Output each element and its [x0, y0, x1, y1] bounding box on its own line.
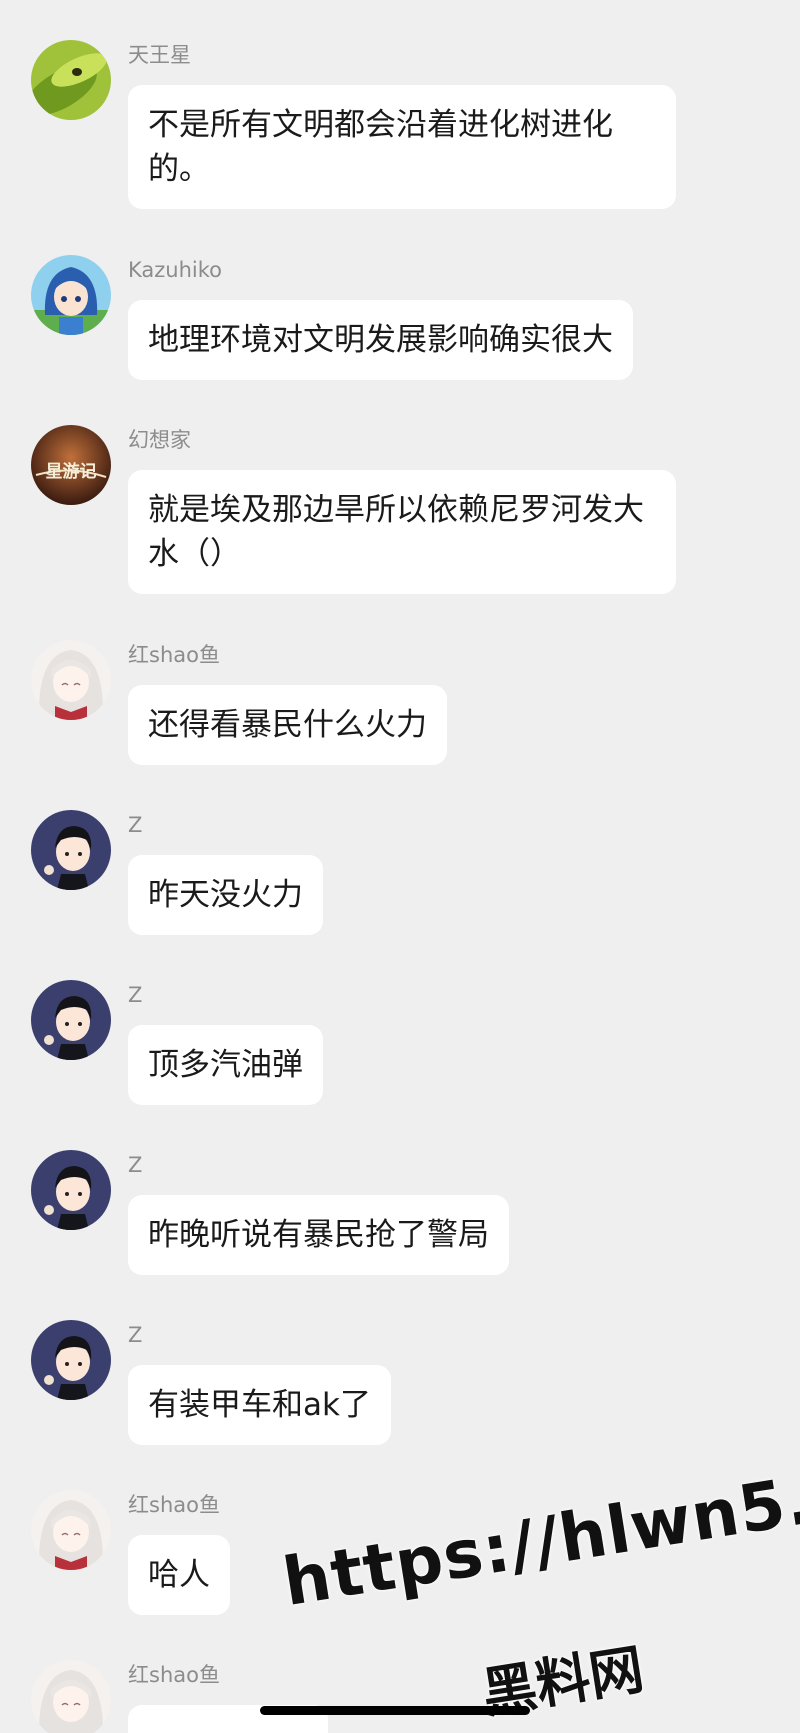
sender-name: 红shao鱼: [128, 643, 220, 667]
watermark-url: https://hlwn5.com: [278, 1437, 800, 1622]
message-bubble[interactable]: 有装甲车和ak了: [128, 1365, 391, 1445]
chat-window: 天王星 不是所有文明都会沿着进化树进化的。 Kazuhiko 地理环境对文明发展…: [0, 0, 800, 1733]
dark-hair-boy-avatar-icon[interactable]: [31, 810, 111, 890]
sender-name: Z: [128, 1153, 143, 1177]
sender-name: Z: [128, 1323, 143, 1347]
message-bubble[interactable]: 地理环境对文明发展影响确实很大: [128, 300, 633, 380]
message-bubble[interactable]: 就是埃及那边旱所以依赖尼罗河发大水（）: [128, 470, 676, 594]
message-bubble[interactable]: 昨晚听说有暴民抢了警局: [128, 1195, 509, 1275]
home-indicator[interactable]: [260, 1706, 530, 1715]
sender-name: 幻想家: [128, 428, 191, 452]
dark-hair-boy-avatar-icon[interactable]: [31, 980, 111, 1060]
game-logo-avatar-icon[interactable]: 星游记: [31, 425, 111, 505]
avatar-logo-text: 星游记: [46, 461, 97, 482]
message-bubble[interactable]: 不是所有文明都会沿着进化树进化的。: [128, 85, 676, 209]
sender-name: 红shao鱼: [128, 1663, 220, 1687]
anime-girl-blue-hair-avatar-icon[interactable]: [31, 255, 111, 335]
dark-hair-boy-avatar-icon[interactable]: [31, 1150, 111, 1230]
white-hair-girl-avatar-icon[interactable]: [31, 1490, 111, 1570]
message-bubble[interactable]: 昨天没火力: [128, 855, 323, 935]
leaf-bug-avatar-icon[interactable]: [31, 40, 111, 120]
white-hair-girl-avatar-icon[interactable]: [31, 640, 111, 720]
sender-name: Kazuhiko: [128, 258, 223, 282]
dark-hair-boy-avatar-icon[interactable]: [31, 1320, 111, 1400]
message-bubble[interactable]: 还得看暴民什么火力: [128, 685, 447, 765]
white-hair-girl-avatar-icon[interactable]: [31, 1660, 111, 1733]
sender-name: 天王星: [128, 43, 191, 67]
message-bubble[interactable]: 哈人: [128, 1535, 230, 1615]
message-bubble[interactable]: 顶多汽油弹: [128, 1025, 323, 1105]
sender-name: Z: [128, 983, 143, 1007]
sender-name: Z: [128, 813, 143, 837]
sender-name: 红shao鱼: [128, 1493, 220, 1517]
